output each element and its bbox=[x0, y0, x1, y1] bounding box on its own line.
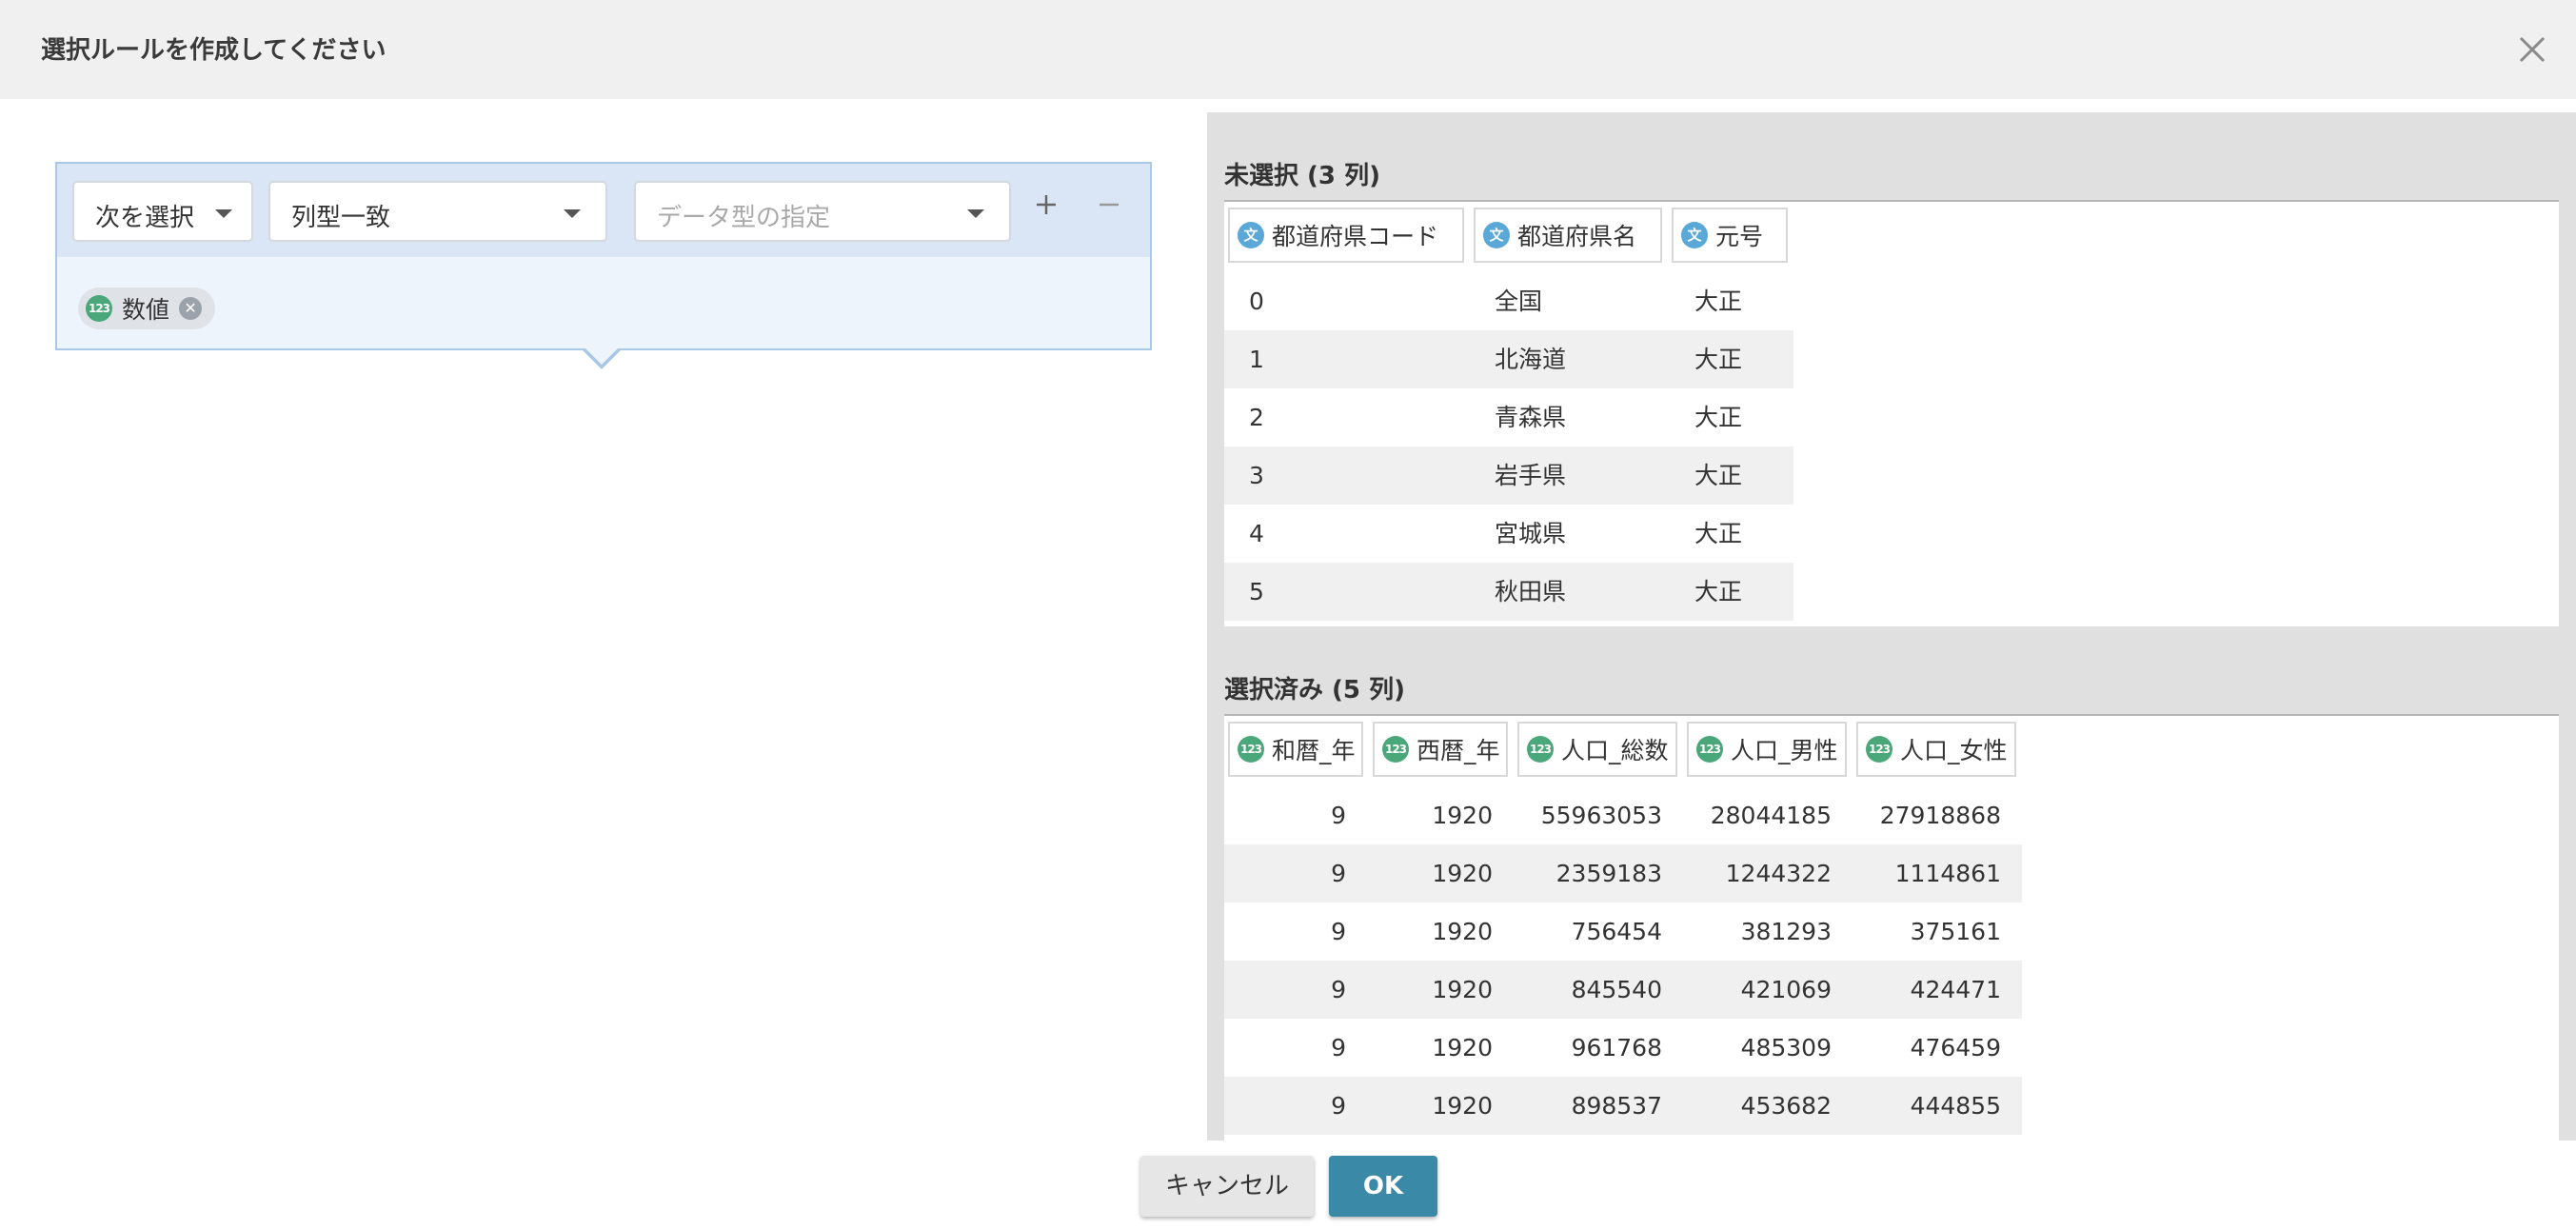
column-header[interactable]: 123 人口_女性 bbox=[1856, 722, 2016, 777]
dialog-title: 選択ルールを作成してください bbox=[41, 36, 386, 65]
unselected-title: 未選択 (3 列) bbox=[1224, 162, 1380, 190]
column-header[interactable]: 文 元号 bbox=[1672, 208, 1788, 263]
type-select-placeholder: データ型の指定 bbox=[657, 204, 831, 232]
column-header[interactable]: 123 西暦_年 bbox=[1373, 722, 1508, 777]
table-row: 1 北海道 大正 bbox=[1224, 330, 1793, 388]
number-type-icon: 123 bbox=[1382, 736, 1409, 763]
column-header[interactable]: 123 人口_総数 bbox=[1517, 722, 1677, 777]
selected-title: 選択済み (5 列) bbox=[1224, 676, 1405, 704]
table-row: 0 全国 大正 bbox=[1249, 288, 1743, 315]
chip-remove-icon[interactable]: ✕ bbox=[179, 297, 203, 320]
text-type-icon: 文 bbox=[1238, 222, 1264, 248]
match-select[interactable]: 列型一致 bbox=[268, 181, 607, 242]
table-row: 2 青森県 大正 bbox=[1249, 404, 1743, 431]
number-type-icon: 123 bbox=[1866, 736, 1892, 763]
number-type-icon: 123 bbox=[1527, 736, 1554, 763]
table-row: 9 1920 845540 421069 424471 bbox=[1224, 961, 2022, 1019]
table-row: 5 秋田県 大正 bbox=[1224, 563, 1793, 621]
plus-icon[interactable] bbox=[1032, 190, 1060, 219]
table-row: 9 1920 898537 453682 444855 bbox=[1224, 1077, 2022, 1135]
match-select-label: 列型一致 bbox=[291, 204, 391, 232]
table-row: 9 1920 961768 485309 476459 bbox=[1331, 1034, 2001, 1061]
mode-select[interactable]: 次を選択 bbox=[72, 181, 253, 242]
type-select[interactable]: データ型の指定 bbox=[634, 181, 1011, 242]
chevron-down-icon bbox=[215, 209, 232, 218]
number-type-icon: 123 bbox=[1238, 736, 1264, 763]
chevron-down-icon bbox=[967, 209, 984, 218]
dialog-header: 選択ルールを作成してください bbox=[0, 0, 2576, 99]
rule-panel: 次を選択 列型一致 データ型の指定 123 数値 ✕ bbox=[55, 162, 1152, 350]
minus-icon[interactable] bbox=[1095, 190, 1123, 219]
number-type-icon: 123 bbox=[1696, 736, 1723, 763]
unselected-table: 文 都道府県コード 文 都道府県名 文 元号 0 全国 大正 1 北海道 大正 … bbox=[1224, 200, 2559, 626]
ok-button[interactable]: OK bbox=[1329, 1156, 1437, 1217]
table-row: 9 1920 55963053 28044185 27918868 bbox=[1331, 802, 2001, 829]
column-header[interactable]: 文 都道府県コード bbox=[1228, 208, 1464, 263]
panel-pointer-inner bbox=[584, 347, 620, 365]
selected-type-chip: 123 数値 ✕ bbox=[78, 288, 216, 329]
preview-panel: 未選択 (3 列) 文 都道府県コード 文 都道府県名 文 元号 0 全国 大正… bbox=[1207, 112, 2576, 1141]
text-type-icon: 文 bbox=[1483, 222, 1510, 248]
column-header[interactable]: 123 和暦_年 bbox=[1228, 722, 1363, 777]
selected-table: 123 和暦_年 123 西暦_年 123 人口_総数 123 人口_男性 12… bbox=[1224, 714, 2559, 1141]
number-type-icon: 123 bbox=[86, 295, 112, 322]
chevron-down-icon bbox=[564, 209, 581, 218]
table-row: 9 1920 756454 381293 375161 bbox=[1331, 918, 2001, 945]
table-row: 9 1920 2359183 1244322 1114861 bbox=[1224, 844, 2022, 903]
mode-select-label: 次を選択 bbox=[95, 204, 195, 232]
column-header[interactable]: 文 都道府県名 bbox=[1474, 208, 1662, 263]
chip-label: 数値 bbox=[122, 296, 170, 324]
cancel-button[interactable]: キャンセル bbox=[1140, 1156, 1314, 1217]
rule-toolbar: 次を選択 列型一致 データ型の指定 bbox=[57, 164, 1150, 257]
column-header[interactable]: 123 人口_男性 bbox=[1687, 722, 1847, 777]
close-icon[interactable] bbox=[2515, 32, 2549, 67]
table-row: 3 岩手県 大正 bbox=[1224, 446, 1793, 505]
text-type-icon: 文 bbox=[1681, 222, 1708, 248]
table-row: 4 宮城県 大正 bbox=[1249, 520, 1743, 547]
